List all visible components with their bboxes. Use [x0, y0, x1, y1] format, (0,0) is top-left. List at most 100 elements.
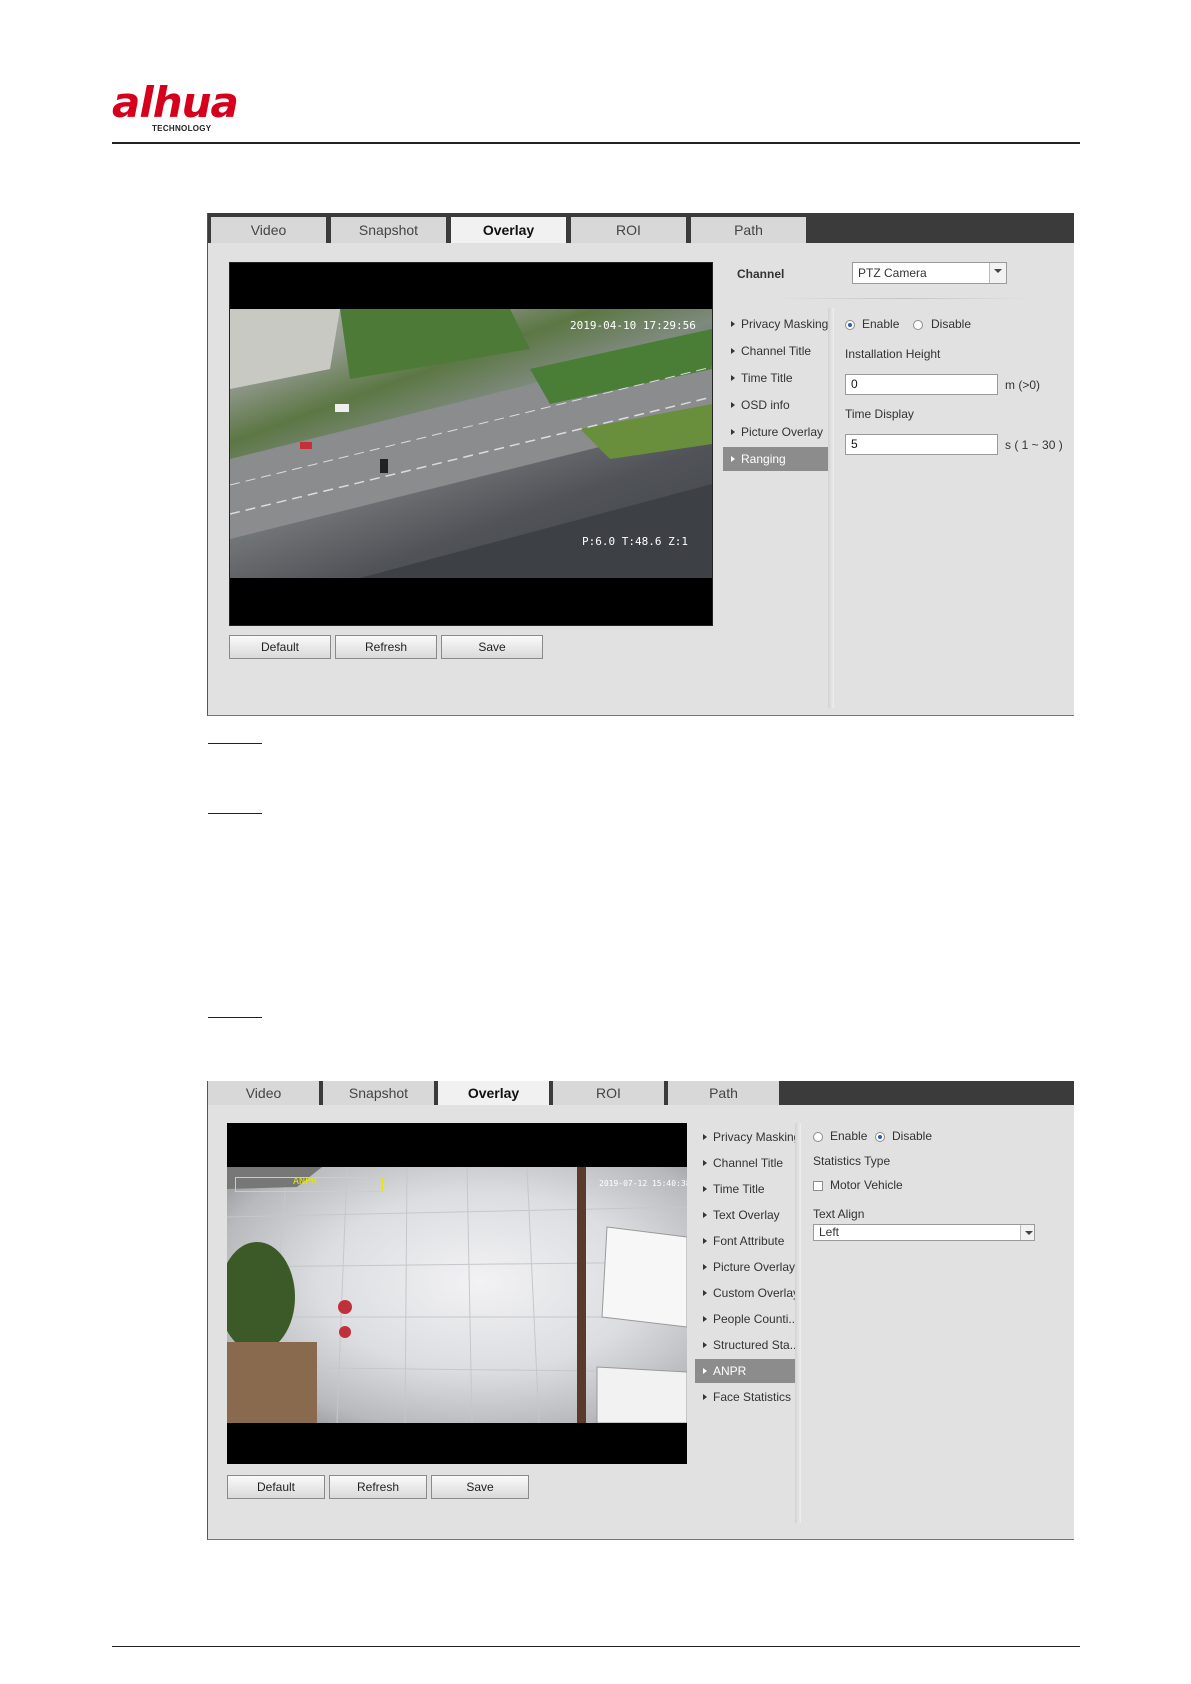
caret-right-icon [703, 1186, 707, 1192]
time-display-unit: s ( 1 ~ 30 ) [1005, 438, 1063, 452]
menu-label: Picture Overlay [741, 425, 824, 439]
menu-channel-title[interactable]: Channel Title [723, 339, 828, 363]
caret-right-icon [731, 402, 735, 408]
logo-subtext: TECHNOLOGY [152, 124, 212, 133]
tab-video[interactable]: Video [208, 1081, 319, 1105]
time-display-input[interactable]: 5 [845, 434, 998, 455]
tab-path[interactable]: Path [668, 1081, 779, 1105]
caret-right-icon [731, 348, 735, 354]
caret-right-icon [703, 1394, 707, 1400]
time-display-label: Time Display [845, 407, 914, 421]
caret-right-icon [703, 1316, 707, 1322]
default-button[interactable]: Default [229, 635, 331, 659]
menu-privacy-masking[interactable]: Privacy Masking [695, 1125, 800, 1149]
menu-label: Channel Title [713, 1156, 784, 1170]
caret-right-icon [703, 1212, 707, 1218]
enable-radio[interactable] [813, 1132, 823, 1142]
traffic-scene-image: 2019-04-10 17:29:56 P:6.0 T:48.6 Z:1 [230, 309, 712, 578]
menu-label: ANPR [713, 1364, 747, 1378]
indoor-scene-image: ANPR 2019-07-12 15:40:38 [227, 1167, 687, 1423]
osd-timestamp: 2019-07-12 15:40:38 [599, 1179, 687, 1188]
tab-roi[interactable]: ROI [571, 217, 686, 243]
live-video-preview: 2019-04-10 17:29:56 P:6.0 T:48.6 Z:1 [229, 262, 713, 626]
menu-channel-title[interactable]: Channel Title [695, 1151, 795, 1175]
scene-drawing [227, 1167, 687, 1423]
enable-radio[interactable] [845, 320, 855, 330]
menu-picture-overlay[interactable]: Picture Overlay [695, 1255, 795, 1279]
menu-picture-overlay[interactable]: Picture Overlay [723, 420, 828, 444]
menu-anpr[interactable]: ANPR [695, 1359, 795, 1383]
caret-right-icon [703, 1368, 707, 1374]
chevron-down-icon[interactable] [1020, 1225, 1034, 1240]
default-button[interactable]: Default [227, 1475, 325, 1499]
menu-time-title[interactable]: Time Title [723, 366, 828, 390]
osd-timestamp: 2019-04-10 17:29:56 [570, 319, 696, 332]
menu-label: Custom Overlay [713, 1286, 800, 1300]
step-marker-1 [208, 743, 262, 744]
menu-text-overlay[interactable]: Text Overlay [695, 1203, 795, 1227]
menu-structured-statistics[interactable]: Structured Sta... [695, 1333, 800, 1357]
menu-label: Ranging [741, 452, 786, 466]
installation-height-value: 0 [851, 377, 858, 391]
menu-face-statistics[interactable]: Face Statistics [695, 1385, 795, 1409]
menu-custom-overlay[interactable]: Custom Overlay [695, 1281, 799, 1305]
menu-ranging[interactable]: Ranging [723, 447, 828, 471]
chevron-down-icon[interactable] [989, 263, 1006, 283]
tab-snapshot[interactable]: Snapshot [331, 217, 446, 243]
live-video-preview: ANPR 2019-07-12 15:40:38 [227, 1123, 687, 1464]
installation-height-input[interactable]: 0 [845, 374, 998, 395]
menu-osd-info[interactable]: OSD info [723, 393, 828, 417]
tab-overlay[interactable]: Overlay [438, 1081, 549, 1105]
channel-divider [774, 298, 1032, 299]
caret-right-icon [731, 456, 735, 462]
menu-people-counting[interactable]: People Counti... [695, 1307, 798, 1331]
tab-path[interactable]: Path [691, 217, 806, 243]
logo-wordmark: alhua [112, 78, 239, 127]
disable-radio[interactable] [913, 320, 923, 330]
dahua-logo: alhua TECHNOLOGY [112, 78, 272, 136]
osd-ptz-position: P:6.0 T:48.6 Z:1 [582, 535, 688, 548]
menu-font-attribute[interactable]: Font Attribute [695, 1229, 795, 1253]
menu-label: Privacy Masking [741, 317, 829, 331]
channel-select-value: PTZ Camera [858, 266, 927, 280]
statistics-type-label: Statistics Type [813, 1154, 891, 1168]
text-align-label: Text Align [813, 1207, 865, 1221]
save-button[interactable]: Save [441, 635, 543, 659]
footer-rule [112, 1646, 1080, 1647]
motor-vehicle-label: Motor Vehicle [830, 1178, 903, 1192]
refresh-button[interactable]: Refresh [335, 635, 437, 659]
caret-right-icon [703, 1134, 707, 1140]
caret-right-icon [731, 375, 735, 381]
enable-label: Enable [830, 1129, 868, 1143]
menu-time-title[interactable]: Time Title [695, 1177, 795, 1201]
tab-bar: Video Snapshot Overlay ROI Path [208, 213, 1074, 243]
menu-label: Channel Title [741, 344, 812, 358]
menu-label: OSD info [741, 398, 790, 412]
installation-height-label: Installation Height [845, 347, 941, 361]
tab-snapshot[interactable]: Snapshot [323, 1081, 434, 1105]
menu-label: Structured Sta... [713, 1338, 800, 1352]
disable-radio[interactable] [875, 1132, 885, 1142]
channel-label: Channel [737, 267, 785, 281]
save-button[interactable]: Save [431, 1475, 529, 1499]
tab-overlay[interactable]: Overlay [451, 217, 566, 243]
refresh-button[interactable]: Refresh [329, 1475, 427, 1499]
caret-right-icon [703, 1160, 707, 1166]
menu-divider [828, 308, 834, 708]
text-align-select[interactable]: Left [813, 1224, 1035, 1241]
menu-divider [795, 1123, 801, 1523]
time-display-value: 5 [851, 437, 858, 451]
motor-vehicle-checkbox[interactable] [813, 1181, 823, 1191]
step-marker-3 [208, 1017, 262, 1018]
enable-label: Enable [862, 317, 900, 331]
caret-right-icon [703, 1342, 707, 1348]
menu-label: Text Overlay [713, 1208, 780, 1222]
menu-privacy-masking[interactable]: Privacy Masking [723, 312, 828, 336]
tab-roi[interactable]: ROI [553, 1081, 664, 1105]
channel-select[interactable]: PTZ Camera [852, 262, 1007, 284]
menu-label: Time Title [713, 1182, 765, 1196]
caret-right-icon [703, 1264, 707, 1270]
tab-bar: Video Snapshot Overlay ROI Path [208, 1081, 1074, 1105]
header-rule [112, 142, 1080, 144]
tab-video[interactable]: Video [211, 217, 326, 243]
